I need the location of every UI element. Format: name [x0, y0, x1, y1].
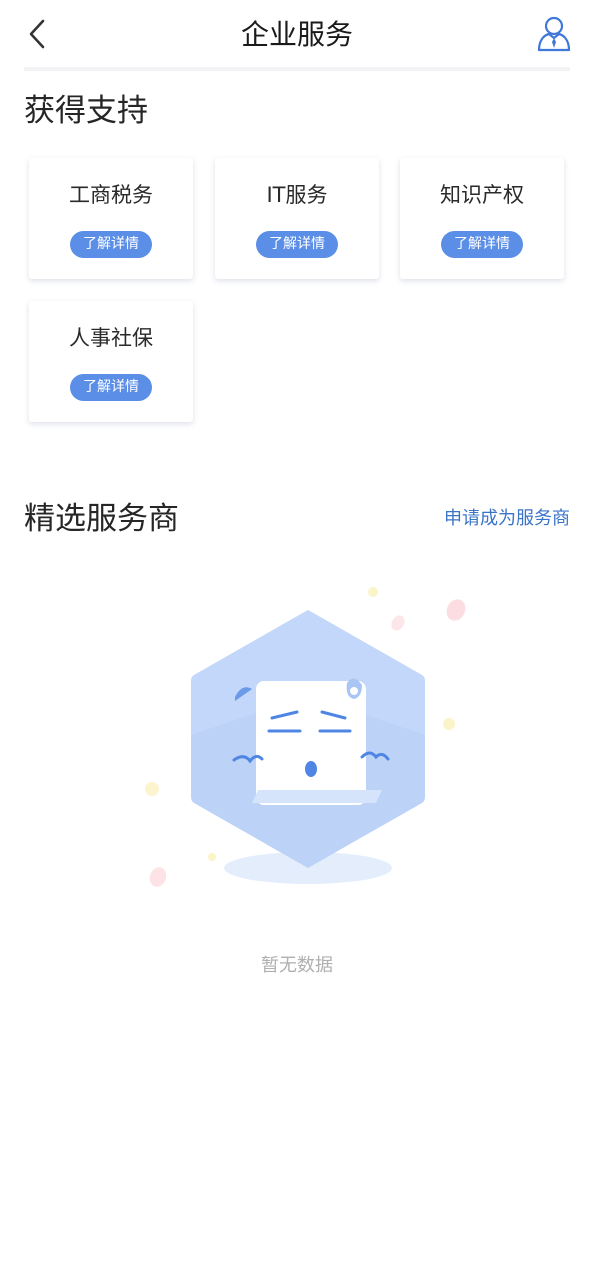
service-card-label: 工商税务	[69, 183, 153, 207]
profile-button[interactable]	[534, 14, 574, 54]
service-card-tax[interactable]: 工商税务 了解详情	[29, 158, 193, 279]
top-nav-bar: 企业服务	[0, 0, 594, 68]
apply-provider-link[interactable]: 申请成为服务商	[420, 504, 570, 534]
page-title: 企业服务	[240, 18, 353, 51]
header-divider	[24, 67, 570, 71]
learn-more-button[interactable]: 了解详情	[70, 231, 152, 258]
service-card-label: IT服务	[266, 183, 328, 207]
empty-state-illustration	[140, 585, 480, 895]
service-card-hr[interactable]: 人事社保 了解详情	[29, 301, 193, 422]
learn-more-button[interactable]: 了解详情	[441, 231, 523, 258]
service-card-it[interactable]: IT服务 了解详情	[215, 158, 379, 279]
support-section-title: 获得支持	[24, 93, 148, 129]
providers-section-title: 精选服务商	[24, 501, 179, 537]
user-profile-icon	[537, 16, 571, 52]
service-card-label: 知识产权	[440, 183, 524, 207]
service-card-label: 人事社保	[69, 326, 153, 350]
learn-more-button[interactable]: 了解详情	[70, 374, 152, 401]
learn-more-button[interactable]: 了解详情	[256, 231, 338, 258]
empty-state-text: 暂无数据	[261, 955, 333, 976]
service-card-ip[interactable]: 知识产权 了解详情	[400, 158, 564, 279]
